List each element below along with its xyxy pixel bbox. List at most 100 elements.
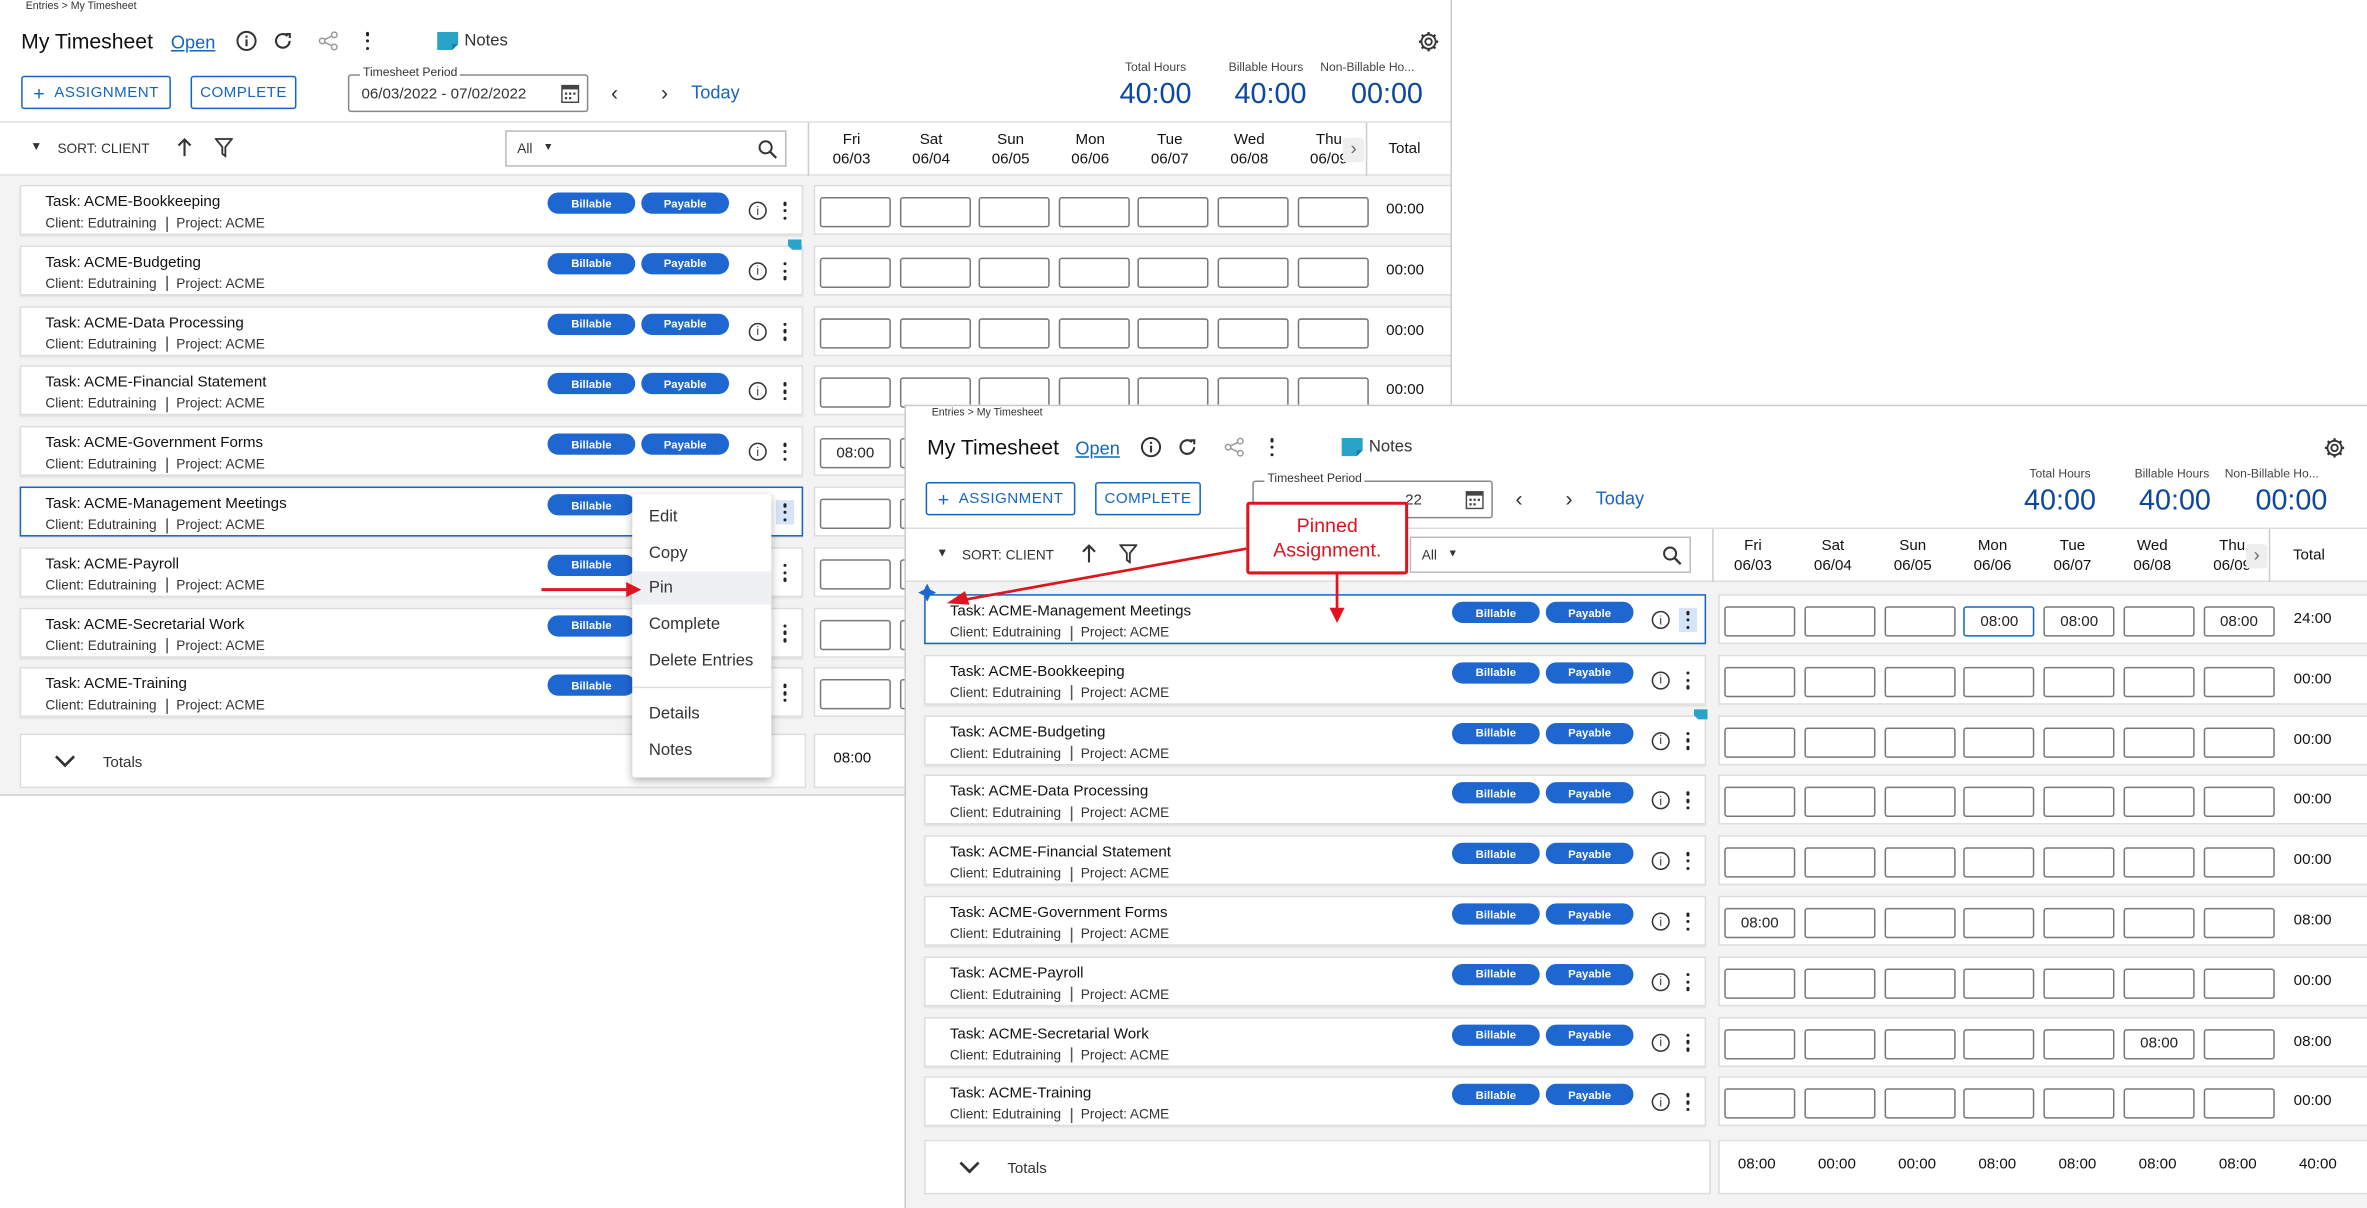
hours-input[interactable] <box>819 317 891 348</box>
hours-input[interactable] <box>819 679 891 710</box>
add-assignment-button[interactable]: + ASSIGNMENT <box>925 481 1076 516</box>
hours-input[interactable] <box>1883 666 1956 697</box>
hours-input[interactable]: 08:00 <box>819 438 891 469</box>
row-more-icon[interactable] <box>1679 909 1697 933</box>
row-more-icon[interactable] <box>1679 970 1697 994</box>
hours-input[interactable] <box>2123 907 2195 939</box>
assignment-row[interactable]: Task: ACME-Bookkeeping Client: Edutrainin… <box>924 654 1707 705</box>
breadcrumb[interactable]: Entries > My Timesheet <box>932 408 1043 419</box>
row-more-icon[interactable] <box>776 380 794 404</box>
hours-input[interactable] <box>1963 726 2035 758</box>
row-info-icon[interactable]: i <box>1651 1093 1670 1112</box>
menu-item-details[interactable]: Details <box>632 697 771 730</box>
sort-caret-icon[interactable]: ▼ <box>30 139 42 153</box>
assignment-row[interactable]: Task: ACME-Secretarial Work Client: Edutr… <box>924 1016 1707 1067</box>
previous-period-chevron-left-icon[interactable]: ‹ <box>1516 487 1523 511</box>
row-info-icon[interactable]: i <box>1651 731 1670 750</box>
hours-input[interactable] <box>2043 666 2115 697</box>
hours-input[interactable] <box>1297 257 1369 288</box>
search-icon[interactable] <box>1662 546 1682 566</box>
menu-item-delete-entries[interactable]: Delete Entries <box>632 644 771 677</box>
hours-input[interactable] <box>1963 907 2035 939</box>
hours-input[interactable] <box>1963 787 2035 818</box>
share-icon[interactable] <box>1224 437 1245 458</box>
hours-input[interactable] <box>2203 666 2275 697</box>
hours-input[interactable] <box>1058 257 1130 288</box>
status-link[interactable]: Open <box>171 32 215 53</box>
refresh-icon[interactable] <box>272 30 293 51</box>
hours-input[interactable] <box>1217 257 1289 288</box>
hours-input[interactable]: 08:00 <box>1724 907 1796 939</box>
hours-input[interactable] <box>1963 1028 2035 1059</box>
hours-input[interactable] <box>978 197 1050 228</box>
row-more-icon[interactable] <box>1679 789 1697 813</box>
row-more-icon[interactable] <box>1679 728 1697 752</box>
hours-input[interactable] <box>2123 968 2195 999</box>
row-more-icon[interactable] <box>776 199 794 223</box>
row-more-icon[interactable] <box>776 561 794 585</box>
assignment-row[interactable]: Task: ACME-Budgeting Client: Edutraining P… <box>924 714 1707 765</box>
hours-input[interactable] <box>2203 726 2275 758</box>
row-more-icon[interactable] <box>776 319 794 343</box>
complete-button[interactable]: COMPLETE <box>190 75 297 110</box>
assignment-row[interactable]: Task: ACME-Data Processing Client: Edutra… <box>924 775 1707 826</box>
filter-dropdown[interactable]: All ▼ <box>1409 536 1691 573</box>
row-more-icon[interactable] <box>1679 1030 1697 1054</box>
hours-input[interactable] <box>2123 726 2195 758</box>
hours-input[interactable]: 08:00 <box>1963 606 2035 637</box>
notes-label[interactable]: Notes <box>1369 438 1412 456</box>
hours-input[interactable] <box>2123 1088 2195 1120</box>
row-info-icon[interactable]: i <box>1651 912 1670 931</box>
assignment-row[interactable]: Task: ACME-Government Forms Client: Edutr… <box>924 895 1707 946</box>
hours-input[interactable] <box>2203 1088 2275 1120</box>
hours-input[interactable] <box>1724 1028 1796 1059</box>
next-period-chevron-right-icon[interactable]: › <box>661 80 668 104</box>
hours-input[interactable] <box>1137 257 1210 288</box>
hours-input[interactable] <box>1883 1088 1956 1120</box>
assignment-row[interactable]: Task: ACME-Training Client: Edutraining Pr… <box>924 1076 1707 1127</box>
hours-input[interactable] <box>978 317 1050 348</box>
hours-input[interactable] <box>1883 907 1956 939</box>
share-icon[interactable] <box>318 30 339 51</box>
menu-item-edit[interactable]: Edit <box>632 500 771 533</box>
hours-input[interactable] <box>1724 847 1796 878</box>
hours-input[interactable] <box>1963 847 2035 878</box>
row-more-icon[interactable] <box>776 621 794 645</box>
row-more-icon[interactable] <box>776 681 794 705</box>
hours-input[interactable]: 08:00 <box>2123 1028 2195 1059</box>
hours-input[interactable] <box>819 257 891 288</box>
hours-input[interactable] <box>2203 847 2275 878</box>
hours-input[interactable] <box>1804 907 1876 939</box>
hours-input[interactable] <box>819 378 891 409</box>
assignment-row[interactable]: Task: ACME-Data Processing Client: Edutra… <box>19 305 804 356</box>
hours-input[interactable] <box>1137 197 1210 228</box>
hours-input[interactable] <box>1804 787 1876 818</box>
notes-icon[interactable] <box>437 31 459 51</box>
hours-input[interactable] <box>2043 1028 2115 1059</box>
more-icon[interactable] <box>358 29 376 53</box>
hours-input[interactable] <box>819 619 891 650</box>
breadcrumb[interactable]: Entries > My Timesheet <box>26 2 137 13</box>
row-more-icon[interactable] <box>1679 1090 1697 1114</box>
settings-gear-icon[interactable] <box>2323 437 2346 460</box>
assignment-row[interactable]: Task: ACME-Bookkeeping Client: Edutrainin… <box>19 184 804 235</box>
hours-input[interactable] <box>1804 1088 1876 1120</box>
row-info-icon[interactable]: i <box>1651 852 1670 871</box>
hours-input[interactable] <box>1724 666 1796 697</box>
hours-input[interactable] <box>1137 317 1210 348</box>
sort-label[interactable]: SORT: CLIENT <box>57 141 149 156</box>
hours-input[interactable] <box>1804 726 1876 758</box>
complete-button[interactable]: COMPLETE <box>1095 481 1201 516</box>
scroll-days-chevron-right-icon[interactable]: › <box>2246 544 2268 569</box>
hours-input[interactable] <box>1804 847 1876 878</box>
hours-input[interactable] <box>978 257 1050 288</box>
menu-item-pin[interactable]: Pin <box>632 571 772 605</box>
expand-chevron-down-icon[interactable] <box>959 1160 980 1175</box>
filter-icon[interactable] <box>214 138 233 158</box>
hours-input[interactable] <box>1804 968 1876 999</box>
assignment-row[interactable]: Task: ACME-Financial Statement Client: Ed… <box>19 365 804 416</box>
sort-ascending-arrow-icon[interactable] <box>175 136 193 157</box>
hours-input[interactable] <box>2203 1028 2275 1059</box>
hours-input[interactable] <box>1963 666 2035 697</box>
row-more-icon[interactable] <box>776 440 794 464</box>
